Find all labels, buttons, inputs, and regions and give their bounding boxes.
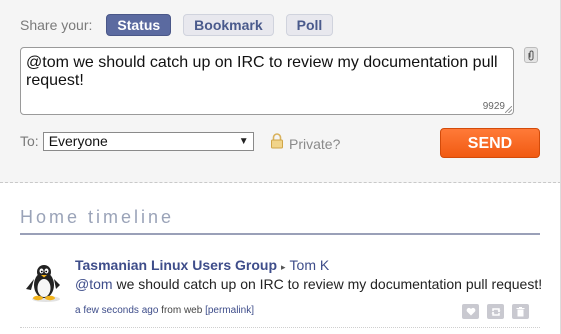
tab-bookmark[interactable]: Bookmark	[183, 14, 274, 36]
group-link[interactable]: Tasmanian Linux Users Group	[75, 257, 277, 273]
timeline-heading: Home timeline	[20, 207, 175, 227]
mention-link[interactable]: @tom	[75, 276, 113, 292]
delete-trash-icon[interactable]	[512, 304, 529, 319]
recipient-select-value: Everyone	[48, 132, 108, 149]
notice-body: we should catch up on IRC to review my d…	[112, 276, 543, 292]
tab-poll[interactable]: Poll	[285, 14, 334, 36]
timeline-divider	[20, 233, 540, 235]
tux-avatar[interactable]	[20, 263, 68, 303]
permalink-link[interactable]: [permalink]	[205, 305, 254, 316]
share-label: Share your:	[20, 17, 93, 33]
notice-content: @tom we should catch up on IRC to review…	[75, 276, 542, 292]
resize-handle-icon[interactable]	[505, 106, 512, 113]
attachment-icon[interactable]	[524, 47, 538, 63]
notice-divider	[20, 327, 540, 329]
lock-icon[interactable]	[270, 133, 284, 154]
status-textarea[interactable]: @tom we should catch up on IRC to review…	[20, 47, 514, 115]
to-label: To:	[20, 133, 39, 149]
recipient-link[interactable]: Tom K	[290, 257, 330, 273]
status-text[interactable]: @tom we should catch up on IRC to review…	[26, 54, 505, 90]
send-button[interactable]: SEND	[440, 128, 540, 158]
private-toggle[interactable]: Private?	[270, 133, 340, 154]
source-text: from web	[161, 305, 203, 316]
favorite-heart-icon[interactable]	[462, 304, 479, 319]
notice-meta: a few seconds ago from web [permalink]	[75, 305, 254, 316]
tab-status[interactable]: Status	[106, 14, 172, 36]
recipient-select[interactable]: Everyone ▼	[42, 131, 254, 151]
character-counter: 9929	[482, 101, 505, 112]
private-label: Private?	[289, 135, 341, 152]
arrow-right-icon: ▸	[281, 262, 286, 272]
repeat-icon[interactable]	[487, 304, 504, 319]
recipient-row: To: Everyone ▼	[20, 131, 254, 151]
notice-author-line: Tasmanian Linux Users Group ▸ Tom K	[75, 257, 329, 273]
timestamp-link[interactable]: a few seconds ago	[75, 305, 158, 316]
dropdown-arrow-icon: ▼	[238, 135, 249, 147]
notice-actions	[462, 304, 529, 319]
share-type-row: Share your: Status Bookmark Poll	[20, 14, 345, 36]
